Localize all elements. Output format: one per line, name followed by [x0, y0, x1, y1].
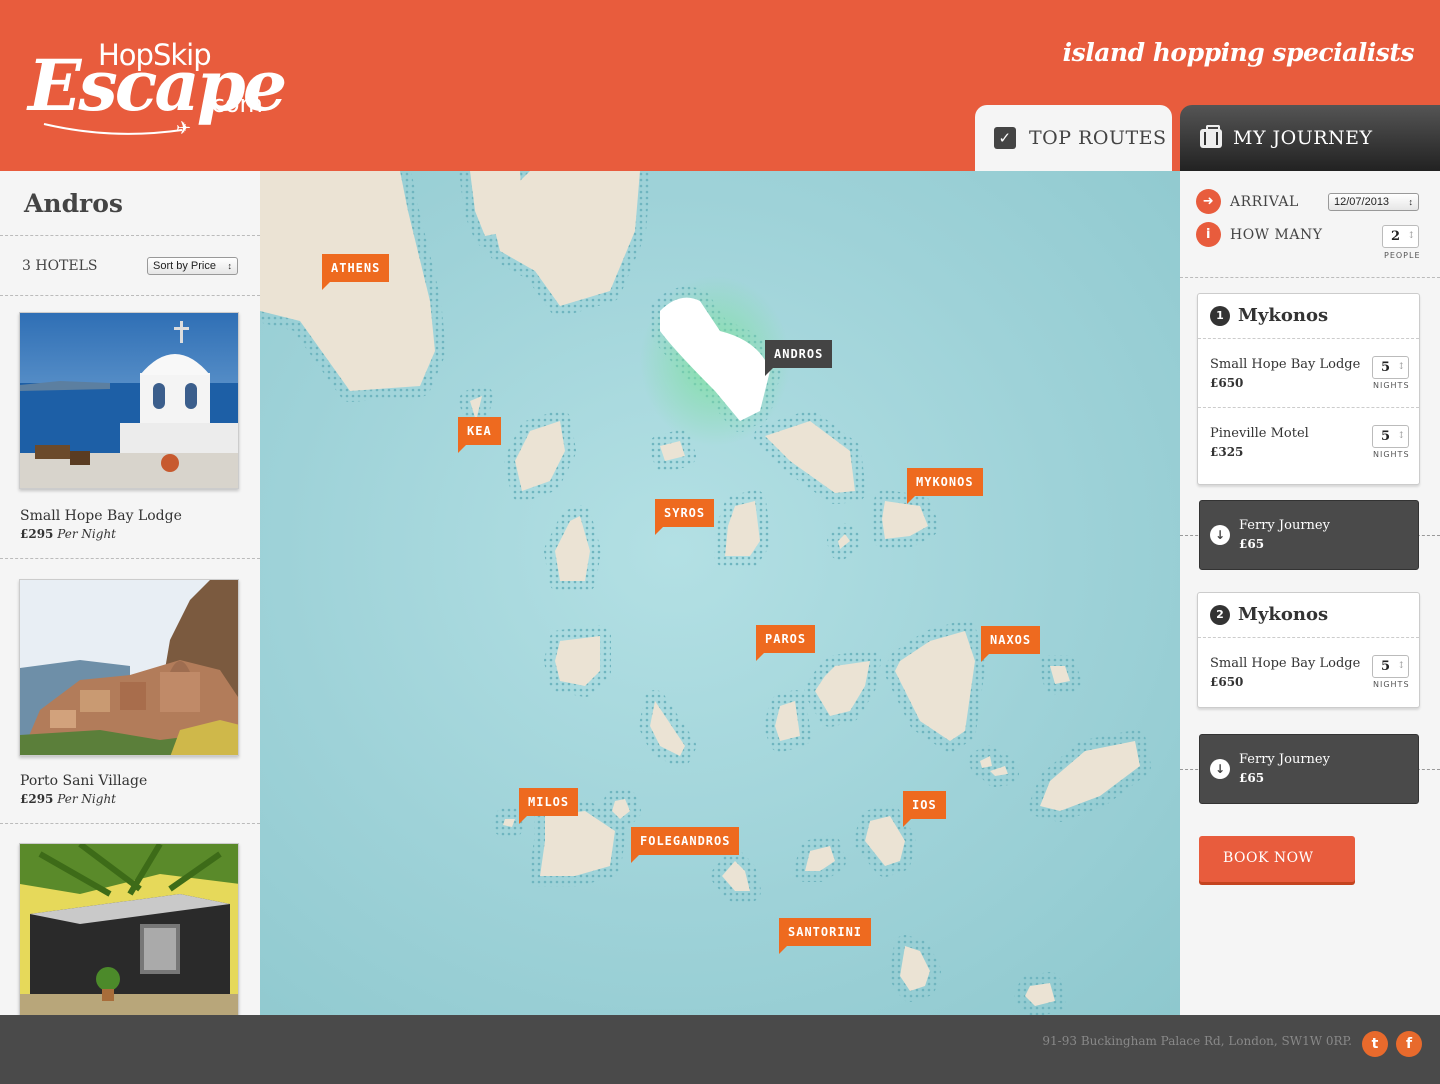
tab-top-routes-label: TOP ROUTES: [1029, 127, 1167, 149]
site-header: HopSkip Escape .com ✈ island hopping spe…: [0, 0, 1440, 171]
site-footer: 91-93 Buckingham Palace Rd, London, SW1W…: [0, 1015, 1440, 1084]
people-stepper[interactable]: 2: [1382, 225, 1419, 248]
divider: [1198, 637, 1419, 638]
stay-name: Small Hope Bay Lodge: [1210, 357, 1361, 372]
island-title: Andros: [24, 189, 123, 218]
nights-stepper[interactable]: 5: [1372, 655, 1409, 678]
person-icon: i: [1196, 222, 1221, 247]
hotel-price-amount: £295: [20, 792, 54, 806]
twitter-icon[interactable]: t: [1362, 1031, 1388, 1057]
hotel-count: 3 HOTELS: [22, 258, 98, 274]
hotel-price-unit: Per Night: [57, 527, 116, 541]
tagline: island hopping specialists: [1062, 38, 1415, 67]
arrival-row: ➜ ARRIVAL: [1196, 189, 1299, 214]
pin-milos[interactable]: MILOS: [519, 788, 579, 824]
hotel-price: £295 Per Night: [20, 527, 116, 541]
pin-santorini[interactable]: SANTORINI: [779, 918, 872, 954]
stay-price: £650: [1210, 675, 1244, 689]
hotel-photo-garden-cabin[interactable]: [19, 843, 239, 1015]
stay-price: £650: [1210, 376, 1244, 390]
company-address: 91-93 Buckingham Palace Rd, London, SW1W…: [1042, 1034, 1352, 1048]
arrow-right-icon: ➜: [1196, 189, 1221, 214]
journey-stop-card: 2 Mykonos Small Hope Bay Lodge £650 5 NI…: [1197, 592, 1420, 708]
tab-top-routes[interactable]: ✓ TOP ROUTES: [975, 105, 1172, 171]
hotel-sidebar: Andros 3 HOTELS Sort by Price Small Hope…: [0, 171, 260, 1015]
divider: [0, 558, 260, 559]
pin-paros[interactable]: PAROS: [756, 625, 816, 661]
nights-stepper[interactable]: 5: [1372, 425, 1409, 448]
pin-ios[interactable]: IOS: [903, 791, 946, 827]
pin-andros[interactable]: ANDROS: [765, 340, 833, 376]
ferry-journey-card[interactable]: ↓ Ferry Journey £65: [1199, 734, 1419, 804]
stop-number: 1: [1210, 305, 1230, 326]
arrival-date-select[interactable]: 12/07/2013: [1328, 193, 1419, 211]
airplane-icon: ✈: [176, 118, 192, 139]
hotel-name[interactable]: Porto Sani Village: [20, 773, 147, 789]
pin-naxos[interactable]: NAXOS: [981, 626, 1041, 662]
pin-syros[interactable]: SYROS: [655, 499, 715, 535]
facebook-icon[interactable]: f: [1396, 1031, 1422, 1057]
stop-island: Mykonos: [1238, 305, 1329, 326]
divider: [1180, 277, 1440, 278]
journey-stop-card: 1 Mykonos Small Hope Bay Lodge £650 5 NI…: [1197, 293, 1420, 485]
nights-label: NIGHTS: [1373, 450, 1410, 459]
tab-my-journey[interactable]: MY JOURNEY: [1180, 105, 1440, 171]
pin-folegandros[interactable]: FOLEGANDROS: [631, 827, 740, 863]
divider: [0, 235, 260, 236]
checkbox-checked-icon: ✓: [994, 127, 1016, 149]
island-map[interactable]: ATHENS KEA ANDROS SYROS MYKONOS PAROS NA…: [260, 171, 1180, 1015]
how-many-label: HOW MANY: [1230, 226, 1323, 243]
tab-my-journey-label: MY JOURNEY: [1233, 127, 1373, 149]
ferry-price: £65: [1239, 537, 1265, 551]
hotel-price-unit: Per Night: [57, 792, 116, 806]
logo-tld-text: .com: [204, 90, 263, 118]
nights-label: NIGHTS: [1373, 381, 1410, 390]
arrow-down-icon: ↓: [1210, 525, 1230, 545]
arrow-down-icon: ↓: [1210, 759, 1230, 779]
divider: [0, 295, 260, 296]
pin-kea[interactable]: KEA: [458, 417, 501, 453]
logo[interactable]: HopSkip Escape .com ✈: [28, 36, 287, 146]
hotel-price-amount: £295: [20, 527, 54, 541]
ferry-journey-card[interactable]: ↓ Ferry Journey £65: [1199, 500, 1419, 570]
hotel-photo-santorini-chapel[interactable]: [19, 312, 239, 489]
nights-label: NIGHTS: [1373, 680, 1410, 689]
ferry-label: Ferry Journey: [1239, 752, 1330, 767]
ferry-label: Ferry Journey: [1239, 518, 1330, 533]
divider: [1198, 338, 1419, 339]
arrival-label: ARRIVAL: [1230, 193, 1299, 210]
stay-name: Small Hope Bay Lodge: [1210, 656, 1361, 671]
nights-stepper[interactable]: 5: [1372, 356, 1409, 379]
stop-title: 1 Mykonos: [1210, 305, 1328, 326]
book-now-button[interactable]: BOOK NOW: [1199, 836, 1355, 882]
stop-title: 2 Mykonos: [1210, 604, 1328, 625]
stay-price: £325: [1210, 445, 1244, 459]
people-unit: PEOPLE: [1384, 251, 1421, 260]
divider: [0, 823, 260, 824]
hotel-price: £295 Per Night: [20, 792, 116, 806]
logo-swoosh-icon: [43, 123, 183, 135]
stop-number: 2: [1210, 604, 1230, 625]
hotel-name[interactable]: Small Hope Bay Lodge: [20, 508, 182, 524]
pin-athens[interactable]: ATHENS: [322, 254, 390, 290]
ferry-price: £65: [1239, 771, 1265, 785]
pin-mykonos[interactable]: MYKONOS: [907, 468, 983, 504]
journey-sidebar: ➜ ARRIVAL 12/07/2013 i HOW MANY 2 PEOPLE…: [1180, 171, 1440, 1015]
cyclades-map: [260, 171, 1151, 1015]
divider: [1198, 407, 1419, 408]
sort-select[interactable]: Sort by Price: [147, 257, 238, 275]
stay-name: Pineville Motel: [1210, 426, 1309, 441]
hotel-photo-stone-village[interactable]: [19, 579, 239, 756]
stop-island: Mykonos: [1238, 604, 1329, 625]
suitcase-icon: [1200, 124, 1222, 148]
how-many-row: i HOW MANY: [1196, 222, 1322, 247]
